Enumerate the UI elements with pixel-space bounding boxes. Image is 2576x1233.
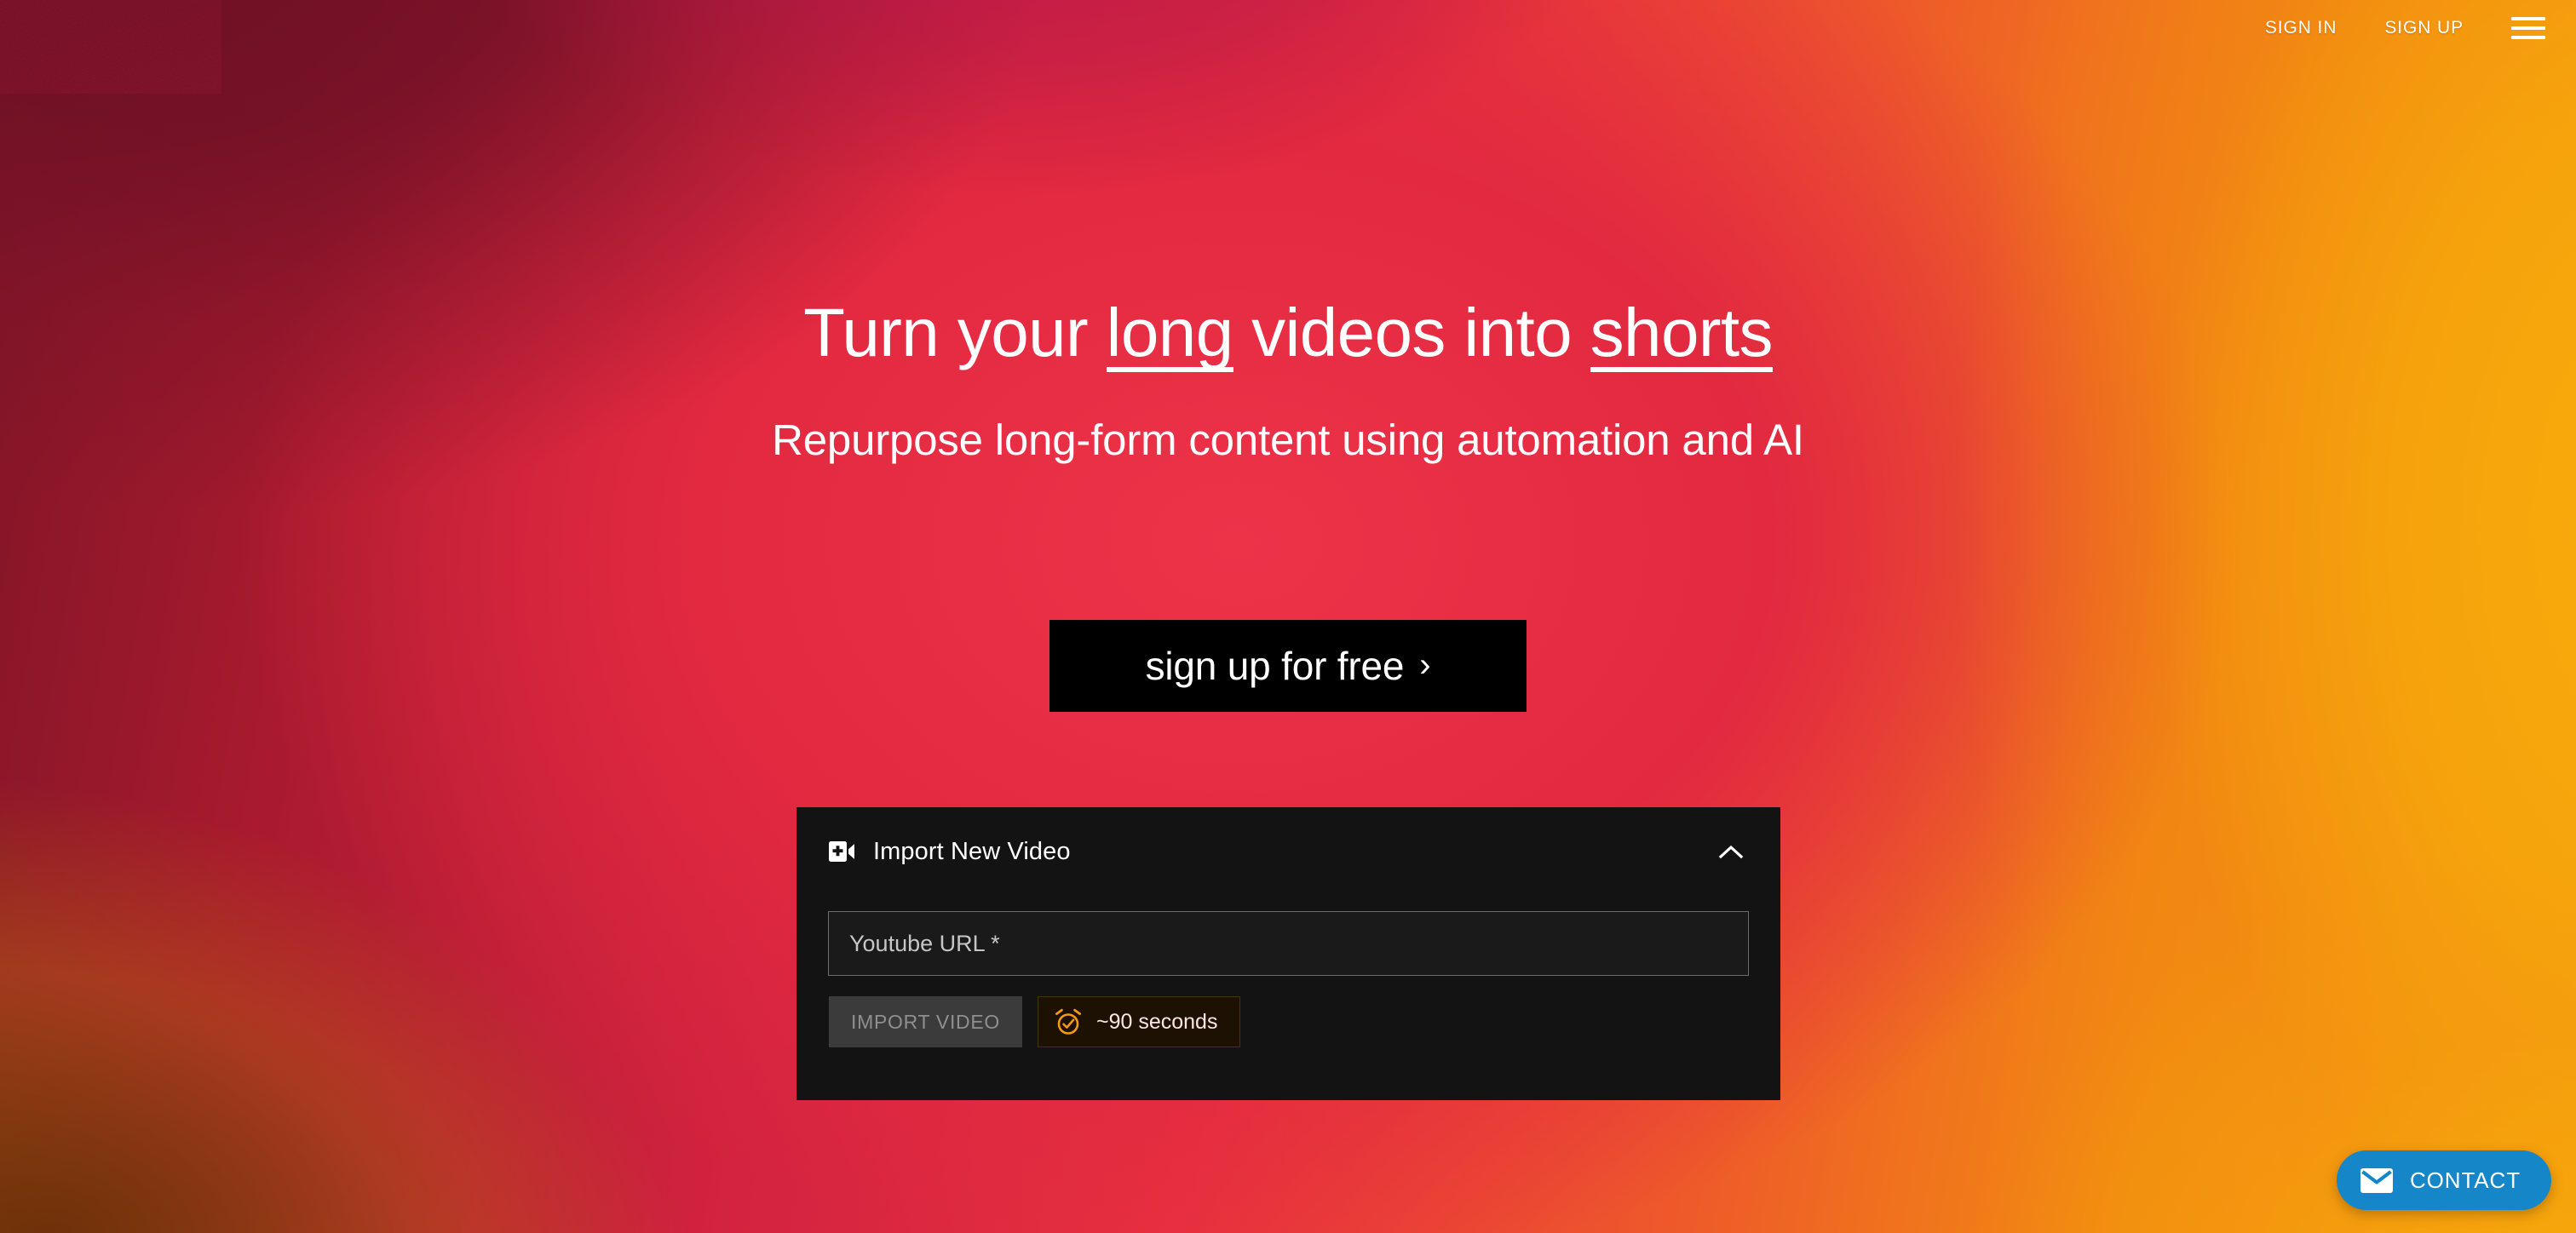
video-plus-icon xyxy=(829,841,854,862)
chevron-up-icon xyxy=(1718,845,1744,859)
top-navigation-bar: SIGN IN SIGN UP xyxy=(0,0,2576,56)
hamburger-bar xyxy=(2511,26,2545,30)
chevron-right-icon: › xyxy=(1419,646,1431,684)
estimated-time-label: ~90 seconds xyxy=(1095,1009,1218,1034)
sign-up-link[interactable]: SIGN UP xyxy=(2384,18,2464,38)
import-panel-actions: IMPORT VIDEO ~90 seconds xyxy=(796,976,1780,1047)
cta-label: sign up for free xyxy=(1145,644,1405,688)
sign-up-for-free-button[interactable]: sign up for free › xyxy=(1049,620,1527,712)
collapse-panel-button[interactable] xyxy=(1714,834,1748,869)
alarm-clock-check-icon xyxy=(1055,1008,1081,1035)
sign-in-link[interactable]: SIGN IN xyxy=(2265,18,2337,38)
envelope-icon xyxy=(2360,1167,2393,1193)
import-new-video-panel: Import New Video IMPORT VIDEO ~90 second… xyxy=(796,807,1780,1100)
import-panel-title: Import New Video xyxy=(873,837,1071,865)
headline-emphasis-long: long xyxy=(1106,295,1233,372)
page-headline: Turn your long videos into shorts xyxy=(0,295,2576,372)
headline-emphasis-shorts: shorts xyxy=(1590,295,1774,372)
page-subheadline: Repurpose long-form content using automa… xyxy=(772,416,1804,464)
headline-text-part2: videos into xyxy=(1233,295,1590,370)
youtube-url-input[interactable] xyxy=(828,911,1749,976)
estimated-time-badge: ~90 seconds xyxy=(1037,996,1241,1047)
hamburger-bar xyxy=(2511,36,2545,39)
hamburger-bar xyxy=(2511,17,2545,20)
contact-label: CONTACT xyxy=(2409,1167,2521,1193)
headline-text-part1: Turn your xyxy=(803,295,1107,370)
hamburger-menu-icon[interactable] xyxy=(2511,15,2545,41)
contact-button[interactable]: CONTACT xyxy=(2336,1150,2551,1210)
import-panel-header[interactable]: Import New Video xyxy=(796,807,1780,896)
page-root: SIGN IN SIGN UP Turn your long videos in… xyxy=(0,0,2576,1233)
import-video-button[interactable]: IMPORT VIDEO xyxy=(829,996,1022,1047)
